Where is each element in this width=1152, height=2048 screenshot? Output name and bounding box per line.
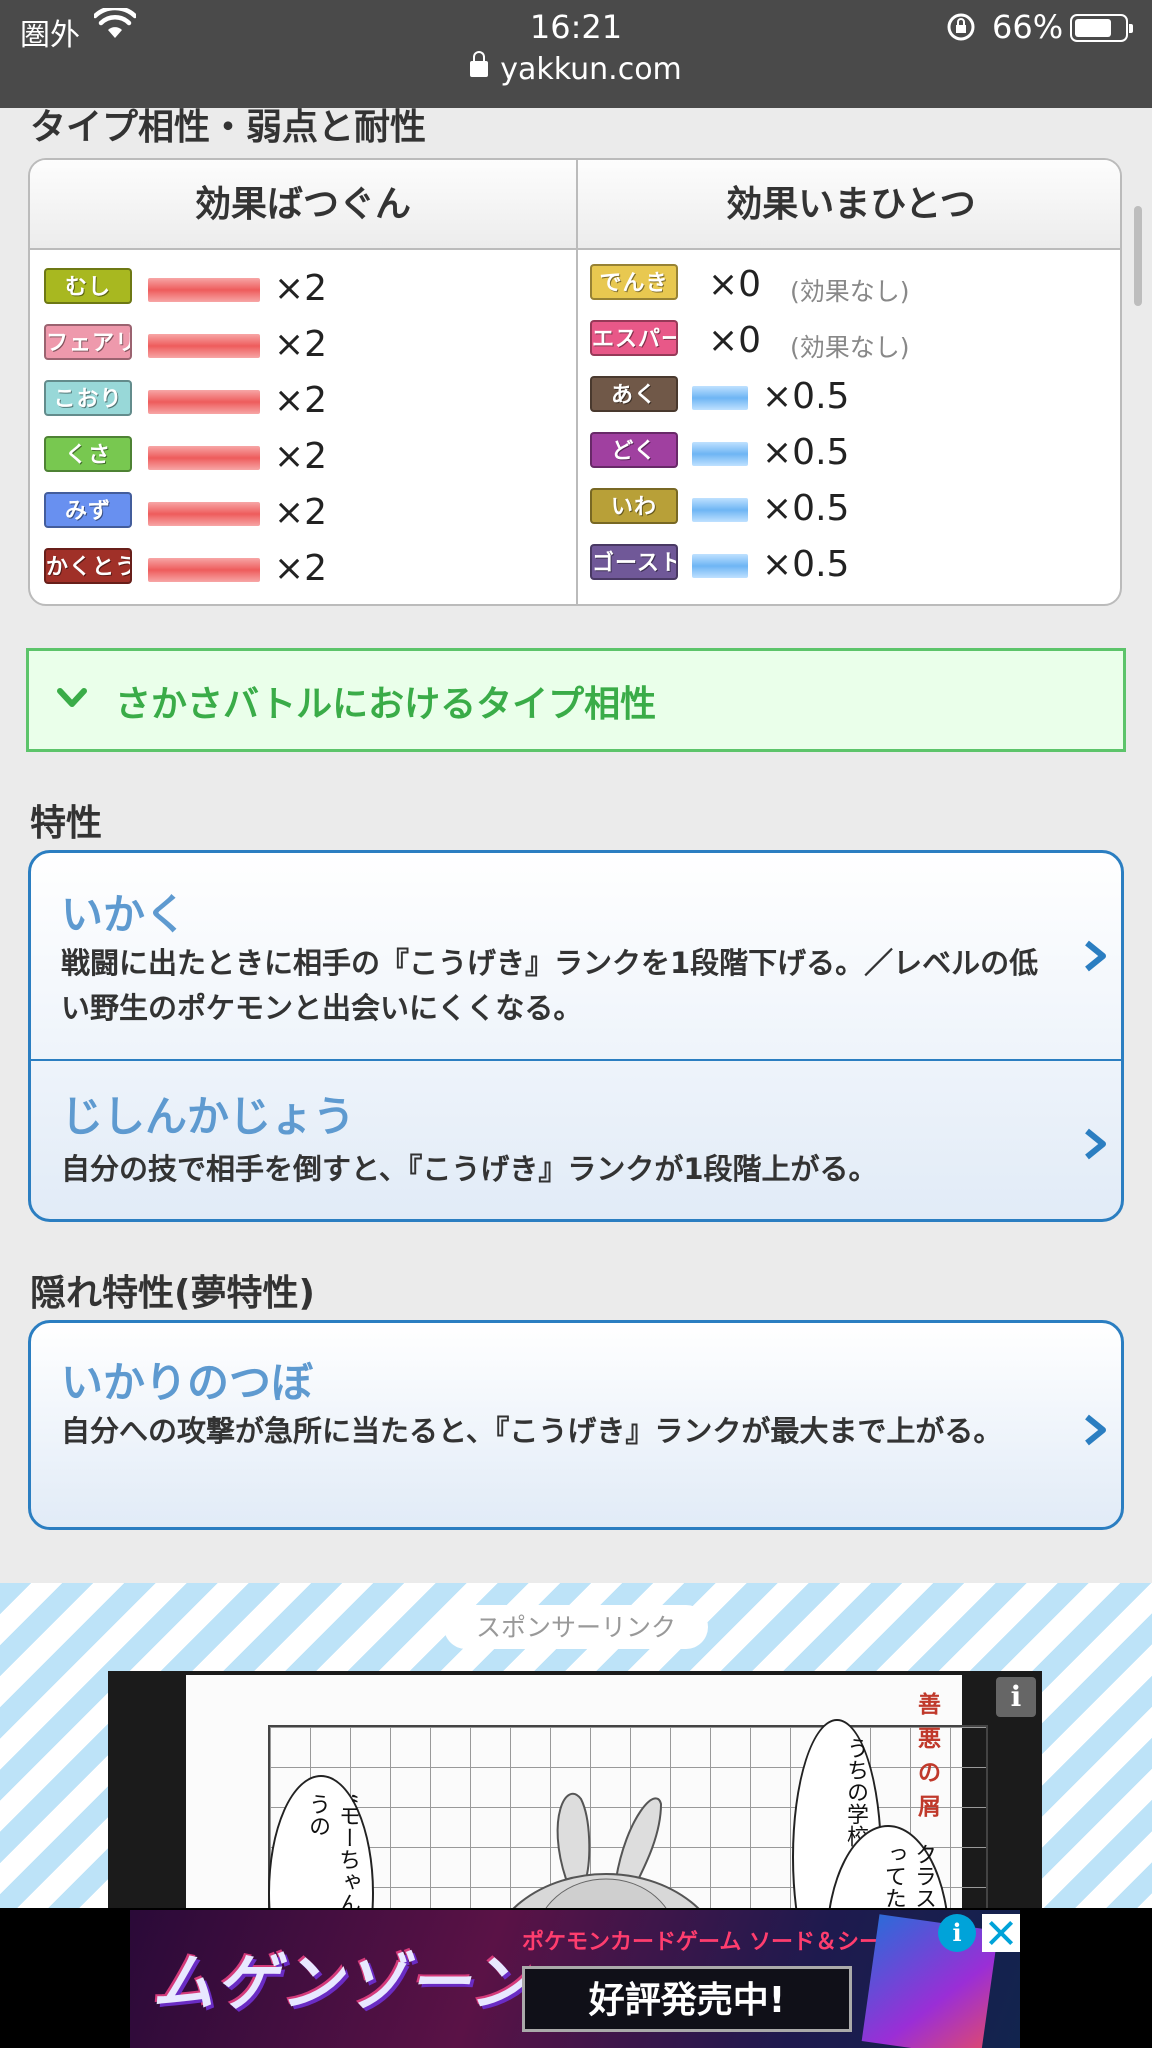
hidden-ability-title: 隠れ特性(夢特性) <box>30 1273 315 1314</box>
multiplier: ×2 <box>274 548 328 589</box>
type-badge[interactable]: エスパー <box>590 320 678 356</box>
weak-row: みず ×2 <box>44 492 544 533</box>
weak-row: かくとう ×2 <box>44 548 544 589</box>
address-bar[interactable]: yakkun.com <box>0 50 1152 87</box>
type-badge[interactable]: むし <box>44 268 132 304</box>
rotation-lock-icon <box>947 13 975 41</box>
effect-bar <box>148 334 260 358</box>
ability-section-title: 特性 <box>30 803 103 844</box>
banner-subtitle: ポケモンカードゲーム ソード＆シールド <box>522 1930 926 1955</box>
effect-bar <box>148 278 260 302</box>
type-badge[interactable]: どく <box>590 432 678 468</box>
ability-item-ikaku[interactable]: いかく 戦闘に出たときに相手の『こうげき』ランクを1段階下げる。／レベルの低い野… <box>31 853 1121 1059</box>
ad-title-tag: 善悪の屑 <box>918 1692 941 1820</box>
effect-bar <box>148 558 260 582</box>
type-badge[interactable]: いわ <box>590 488 678 524</box>
page-scrollbar[interactable] <box>1134 206 1142 306</box>
effect-bar <box>692 498 748 522</box>
ad-info-icon[interactable] <box>996 1677 1036 1717</box>
close-icon[interactable] <box>982 1914 1020 1952</box>
effect-bar <box>692 386 748 410</box>
battery-percent: 66% <box>992 8 1064 46</box>
resist-row: いわ ×0.5 <box>590 488 1110 529</box>
column-divider <box>576 160 578 604</box>
multiplier: ×0 <box>708 320 762 361</box>
ability-description: 自分の技で相手を倒すと、『こうげき』ランクが1段階上がる。 <box>61 1152 878 1186</box>
type-badge[interactable]: ゴースト <box>590 544 678 580</box>
type-badge[interactable]: くさ <box>44 436 132 472</box>
card-artwork <box>861 1914 999 2048</box>
ability-name: いかりのつぼ <box>61 1358 314 1407</box>
multiplier: ×2 <box>274 380 328 421</box>
multiplier: ×0.5 <box>762 376 850 417</box>
type-effectiveness-table: 効果ばつぐん 効果いまひとつ むし×2フェアリー×2こおり×2くさ×2みず×2か… <box>28 158 1122 606</box>
sponsor-label: スポンサーリンク <box>444 1605 708 1649</box>
ability-item-jishinkajou[interactable]: じしんかじょう 自分の技で相手を倒すと、『こうげき』ランクが1段階上がる。 <box>31 1061 1121 1219</box>
type-badge[interactable]: みず <box>44 492 132 528</box>
type-badge[interactable]: でんき <box>590 264 678 300</box>
chevron-right-icon <box>1085 1414 1106 1446</box>
effect-bar <box>692 554 748 578</box>
weak-row: くさ ×2 <box>44 436 544 477</box>
banner-cta-button[interactable]: 好評発売中! <box>522 1966 852 2032</box>
resist-row: どく ×0.5 <box>590 432 1110 473</box>
bottom-ad-banner[interactable]: ムゲンゾーン ポケモンカードゲーム ソード＆シールド 好評発売中! i <box>0 1908 1152 2048</box>
type-section-title: タイプ相性・弱点と耐性 <box>30 107 427 148</box>
resist-row: エスパー ×0 (効果なし) <box>590 320 1110 362</box>
status-bar: 圏外 16:21 66% yakkun.com <box>0 0 1152 108</box>
ability-card: いかく 戦闘に出たときに相手の『こうげき』ランクを1段階下げる。／レベルの低い野… <box>28 850 1124 1222</box>
multiplier: ×2 <box>274 268 328 309</box>
multiplier: ×2 <box>274 492 328 533</box>
multiplier: ×0.5 <box>762 432 850 473</box>
hidden-ability-card[interactable]: いかりのつぼ 自分への攻撃が急所に当たると、『こうげき』ランクが最大まで上がる。 <box>28 1320 1124 1530</box>
multiplier: ×2 <box>274 324 328 365</box>
resist-row: ゴースト ×0.5 <box>590 544 1110 585</box>
type-badge[interactable]: こおり <box>44 380 132 416</box>
lock-icon <box>470 50 489 77</box>
no-effect-note: (効果なし) <box>790 333 910 362</box>
resist-header: 効果いまひとつ <box>578 160 1120 250</box>
ad-choices-icon[interactable]: i <box>938 1914 976 1952</box>
reverse-battle-toggle[interactable]: さかさバトルにおけるタイプ相性 <box>26 648 1126 752</box>
type-badge[interactable]: フェアリー <box>44 324 132 360</box>
effect-bar <box>692 442 748 466</box>
type-badge[interactable]: あく <box>590 376 678 412</box>
type-badge[interactable]: かくとう <box>44 548 132 584</box>
ability-description: 戦闘に出たときに相手の『こうげき』ランクを1段階下げる。／レベルの低い野生のポケ… <box>61 946 1039 1025</box>
banner-image: ムゲンゾーン ポケモンカードゲーム ソード＆シールド 好評発売中! <box>130 1910 1020 2048</box>
banner-logo: ムゲンゾーン <box>152 1946 533 2019</box>
multiplier: ×0.5 <box>762 488 850 529</box>
battery-icon <box>1070 14 1133 42</box>
chevron-right-icon <box>1085 940 1106 972</box>
multiplier: ×2 <box>274 436 328 477</box>
ability-name: いかく <box>61 890 188 939</box>
multiplier: ×0.5 <box>762 544 850 585</box>
effect-bar <box>148 390 260 414</box>
weak-row: フェアリー ×2 <box>44 324 544 365</box>
weak-header: 効果ばつぐん <box>30 160 576 250</box>
no-effect-note: (効果なし) <box>790 277 910 306</box>
url-text: yakkun.com <box>500 52 682 87</box>
weak-row: むし ×2 <box>44 268 544 309</box>
chevron-right-icon <box>1085 1128 1106 1160</box>
effect-bar <box>148 502 260 526</box>
chevron-down-icon <box>57 688 87 707</box>
clock: 16:21 <box>529 8 623 46</box>
reverse-battle-label: さかさバトルにおけるタイプ相性 <box>115 684 657 725</box>
ability-name: じしんかじょう <box>61 1092 356 1141</box>
ability-description: 自分への攻撃が急所に当たると、『こうげき』ランクが最大まで上がる。 <box>61 1414 1003 1448</box>
resist-row: でんき ×0 (効果なし) <box>590 264 1110 306</box>
resist-row: あく ×0.5 <box>590 376 1110 417</box>
effect-bar <box>148 446 260 470</box>
multiplier: ×0 <box>708 264 762 305</box>
weak-row: こおり ×2 <box>44 380 544 421</box>
